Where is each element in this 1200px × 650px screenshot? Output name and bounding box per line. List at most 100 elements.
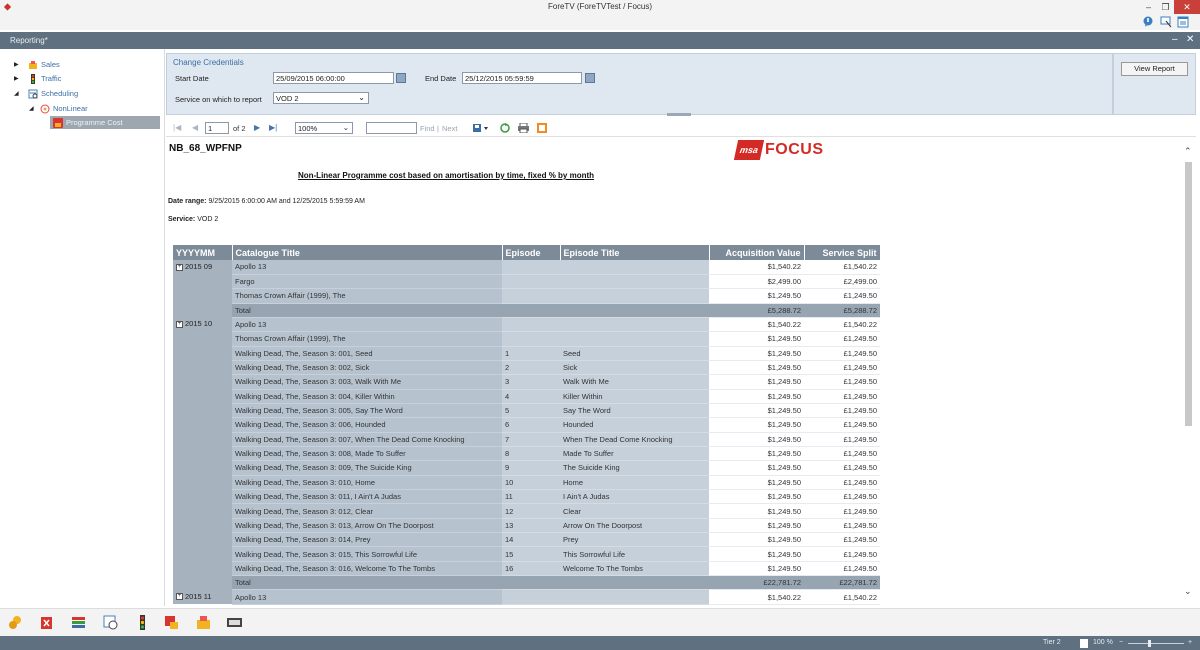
panel-minimize-button[interactable]: –: [1172, 34, 1178, 45]
table-row: Walking Dead, The, Season 3: 014, Prey 14…: [173, 532, 880, 548]
print-icon[interactable]: [518, 123, 529, 133]
column-header-catalogue-title: Catalogue Title: [232, 245, 503, 260]
table-row: Walking Dead, The, Season 3: 015, This S…: [173, 546, 880, 562]
period-label: 2015 11: [185, 591, 212, 601]
panel-close-button[interactable]: ✕: [1186, 34, 1194, 45]
service-split-cell: £1,249.50: [804, 561, 880, 577]
traffic-light-icon: [31, 73, 35, 84]
episode-cell: 15: [502, 546, 560, 562]
scrollbar-thumb[interactable]: [1185, 162, 1192, 426]
first-page-icon[interactable]: |◀: [173, 123, 181, 132]
scroll-down-icon[interactable]: ⌄: [1184, 586, 1192, 597]
expand-arrow-icon[interactable]: ▶: [14, 75, 22, 82]
calendar-icon[interactable]: [585, 73, 595, 83]
episode-cell: 5: [502, 403, 560, 419]
page-number-input[interactable]: 1: [205, 122, 229, 134]
total-episode-title-cell: [560, 575, 709, 591]
last-page-icon[interactable]: ▶|: [269, 123, 277, 132]
find-input[interactable]: [366, 122, 417, 134]
previous-page-icon[interactable]: ◀: [192, 123, 198, 132]
service-select[interactable]: VOD 2 ⌄: [273, 92, 369, 104]
service-split-cell: £1,249.50: [804, 446, 880, 462]
episode-title-cell: [560, 589, 709, 605]
episode-title-cell: Welcome To The Tombs: [560, 561, 709, 577]
tree-item-nonlinear[interactable]: ◢ NonLinear: [29, 102, 88, 115]
acquisition-value-cell: $1,249.50: [709, 489, 804, 505]
window-list-icon[interactable]: [1177, 16, 1189, 28]
credentials-icon[interactable]: [8, 615, 23, 630]
report-toolbar: |◀ ◀ 1 of 2 ▶ ▶| 100% ⌄ Find | Next: [166, 119, 1196, 137]
delete-icon[interactable]: [39, 615, 54, 630]
tree-item-label: Scheduling: [41, 89, 79, 98]
acquisition-value-cell: $1,249.50: [709, 288, 804, 304]
collapse-arrow-icon[interactable]: ◢: [29, 105, 37, 112]
episode-cell: 13: [502, 518, 560, 534]
restore-button[interactable]: ❐: [1157, 0, 1174, 14]
expand-toggle-icon[interactable]: +: [176, 320, 183, 328]
column-header-episode: Episode: [502, 245, 561, 260]
zoom-select[interactable]: 100% ⌄: [295, 122, 353, 134]
programme-cost-icon[interactable]: [164, 615, 179, 630]
service-label: Service on which to report: [175, 95, 262, 104]
screen-share-icon[interactable]: [1160, 16, 1172, 28]
service-split-cell: £1,249.50: [804, 417, 880, 433]
column-header-service-split: Service Split: [804, 245, 881, 260]
close-button[interactable]: ✕: [1174, 0, 1200, 14]
zoom-in-button[interactable]: +: [1188, 639, 1192, 646]
service-split-cell: £1,249.50: [804, 432, 880, 447]
report-scrollbar[interactable]: ⌃ ⌄: [1182, 138, 1196, 605]
column-header-acquisition-value: Acquisition Value: [709, 245, 805, 260]
books-icon[interactable]: [71, 615, 86, 630]
find-link[interactable]: Find: [420, 124, 435, 133]
service-split-cell: £1,249.50: [804, 489, 880, 505]
table-row: Walking Dead, The, Season 3: 001, Seed 1 S…: [173, 346, 880, 361]
episode-cell: 10: [502, 475, 560, 491]
scheduling-icon[interactable]: [103, 615, 118, 630]
tree-item-scheduling[interactable]: ◢ Scheduling: [14, 87, 78, 100]
export-icon[interactable]: [473, 123, 489, 133]
zoom-slider-thumb[interactable]: [1148, 640, 1151, 647]
expand-toggle-icon[interactable]: +: [176, 593, 183, 601]
splitter-grip[interactable]: [667, 113, 691, 116]
next-page-icon[interactable]: ▶: [254, 123, 260, 132]
tree-item-sales[interactable]: ▶ Sales: [14, 58, 60, 71]
minimize-button[interactable]: –: [1140, 0, 1157, 14]
table-row: Walking Dead, The, Season 3: 006, Hounde…: [173, 417, 880, 433]
media-icon[interactable]: [227, 615, 242, 630]
tree-item-programme-cost[interactable]: Programme Cost: [50, 116, 160, 129]
zoom-out-button[interactable]: −: [1119, 639, 1123, 646]
report-id: NB_68_WPFNP: [169, 143, 242, 154]
table-row: +2015 09 Apollo 13 $1,540.22 £1,540.22: [173, 260, 880, 318]
zoom-slider-track[interactable]: [1128, 643, 1184, 644]
chevron-down-icon: ⌄: [342, 123, 349, 132]
acquisition-value-cell: $1,249.50: [709, 518, 804, 534]
collapse-arrow-icon[interactable]: ◢: [14, 90, 22, 97]
calendar-icon[interactable]: [396, 73, 406, 83]
top-toolbar: [0, 14, 1200, 30]
episode-cell: 16: [502, 561, 560, 577]
tree-item-traffic[interactable]: ▶ Traffic: [14, 72, 61, 85]
end-date-input[interactable]: 25/12/2015 05:59:59: [462, 72, 582, 84]
find-next-link[interactable]: Next: [442, 124, 457, 133]
period-cell: +2015 11: [173, 589, 232, 605]
total-episode-title-cell: [560, 303, 709, 318]
table-row: Walking Dead, The, Season 3: 008, Made T…: [173, 446, 880, 462]
expand-arrow-icon[interactable]: ▶: [14, 61, 22, 68]
scroll-up-icon[interactable]: ⌃: [1184, 146, 1192, 157]
episode-cell: [502, 260, 560, 275]
start-date-input[interactable]: 25/09/2015 06:00:00: [273, 72, 394, 84]
expand-toggle-icon[interactable]: +: [176, 263, 183, 271]
episode-cell: [502, 288, 560, 304]
refresh-icon[interactable]: [500, 123, 510, 133]
view-report-button[interactable]: View Report: [1121, 62, 1188, 76]
episode-title-cell: The Suicide King: [560, 460, 709, 476]
acquisition-value-cell: $1,540.22: [709, 260, 804, 275]
service-split-cell: £1,249.50: [804, 460, 880, 476]
service-select-value: VOD 2: [276, 94, 299, 103]
page-setup-icon[interactable]: [537, 123, 547, 133]
help-icon[interactable]: [1142, 16, 1154, 28]
change-credentials-link[interactable]: Change Credentials: [173, 58, 244, 67]
traffic-light-icon[interactable]: [135, 615, 150, 630]
episode-cell: 2: [502, 360, 560, 376]
sales-icon[interactable]: [196, 615, 211, 630]
